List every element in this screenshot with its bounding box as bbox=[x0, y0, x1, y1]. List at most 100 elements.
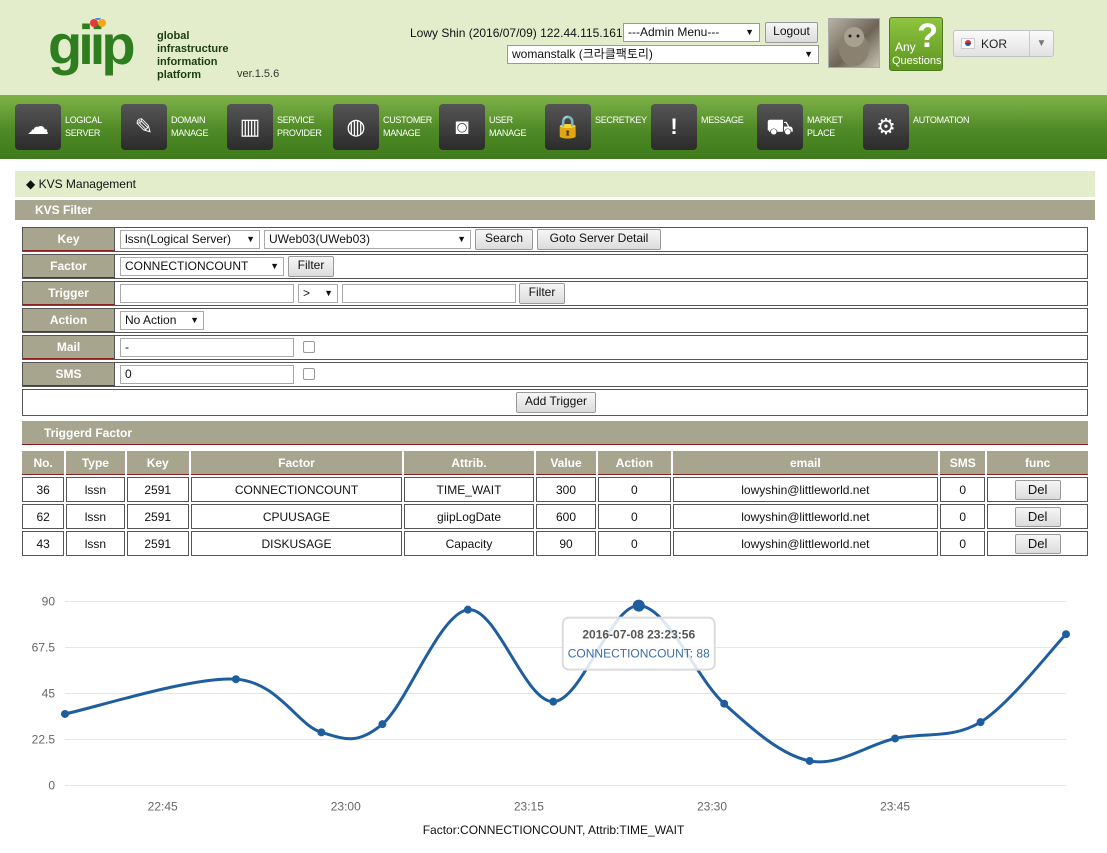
cell-sms: 0 bbox=[940, 477, 986, 502]
key-row: Key lssn(Logical Server) ▼ UWeb03(UWeb03)… bbox=[22, 227, 1088, 252]
goto-server-detail-button[interactable]: Goto Server Detail bbox=[537, 229, 661, 250]
delete-button[interactable]: Del bbox=[1014, 533, 1061, 554]
factor-row: Factor CONNECTIONCOUNT ▼ Filter bbox=[22, 254, 1088, 279]
cell-action: 0 bbox=[598, 477, 671, 502]
delete-button[interactable]: Del bbox=[1014, 506, 1061, 527]
cell-func: Del bbox=[987, 531, 1088, 556]
factor-label: Factor bbox=[23, 255, 115, 278]
mail-checkbox[interactable] bbox=[303, 341, 315, 353]
cell-email: lowyshin@littleworld.net bbox=[672, 531, 939, 556]
action-select[interactable]: No Action ▼ bbox=[120, 311, 204, 330]
trigger-value-input[interactable] bbox=[342, 284, 516, 303]
cell-type: lssn bbox=[66, 531, 125, 556]
cell-type: lssn bbox=[66, 477, 125, 502]
sms-checkbox[interactable] bbox=[303, 368, 315, 380]
mail-input[interactable]: - bbox=[120, 338, 294, 357]
data-point bbox=[317, 728, 326, 737]
any-questions-button[interactable]: ? Any Questions bbox=[889, 17, 943, 71]
language-code: KOR bbox=[981, 37, 1008, 51]
nav-label: DOMAIN MANAGE bbox=[171, 115, 209, 138]
page-root: giip global infrastructure information p… bbox=[0, 0, 1107, 853]
key-type-value: lssn(Logical Server) bbox=[125, 232, 232, 246]
project-select[interactable]: womanstalk (크라클팩토리) ▼ bbox=[507, 45, 819, 64]
trigger-attribute-input[interactable] bbox=[120, 284, 294, 303]
admin-menu-select[interactable]: ---Admin Menu--- ▼ bbox=[623, 23, 760, 42]
factor-select[interactable]: CONNECTIONCOUNT ▼ bbox=[120, 257, 284, 276]
column-header-func[interactable]: func bbox=[987, 451, 1088, 475]
column-header-key[interactable]: Key bbox=[126, 451, 189, 475]
trigger-operator-select[interactable]: > ▼ bbox=[298, 284, 338, 303]
data-point bbox=[463, 605, 472, 614]
trigger-row: Trigger > ▼ Filter bbox=[22, 281, 1088, 306]
factor-value: CONNECTIONCOUNT bbox=[125, 259, 249, 273]
mail-row: Mail - bbox=[22, 335, 1088, 360]
logo-line: global bbox=[157, 30, 190, 42]
cell-key: 2591 bbox=[126, 531, 189, 556]
avatar[interactable] bbox=[828, 18, 880, 68]
version-label: ver.1.5.6 bbox=[237, 68, 280, 80]
language-select[interactable]: KOR ▼ bbox=[953, 30, 1054, 57]
logo-line: platform bbox=[157, 69, 201, 81]
page-title: KVS Management bbox=[38, 177, 136, 191]
tooltip-value: CONNECTIONCOUNT: 88 bbox=[568, 647, 710, 661]
kvs-line-chart[interactable]: 0 22.5 45 67.5 90 22:45 23:00 23:15 23:30 23:45 20… bbox=[0, 568, 1107, 853]
project-value: womanstalk (크라클팩토리) bbox=[512, 47, 653, 61]
data-point bbox=[378, 720, 387, 729]
cell-sms: 0 bbox=[940, 531, 986, 556]
nav-label: CUSTOMER MANAGE bbox=[383, 115, 432, 138]
cell-sms: 0 bbox=[940, 504, 986, 529]
key-label: Key bbox=[23, 228, 115, 251]
column-header-type[interactable]: Type bbox=[66, 451, 125, 475]
cell-value: 90 bbox=[535, 531, 597, 556]
column-header-factor[interactable]: Factor bbox=[190, 451, 403, 475]
user-info: Lowy Shin (2016/07/09) 122.44.115.161 bbox=[410, 26, 623, 40]
building-icon: ▥ bbox=[227, 104, 273, 150]
column-header-action[interactable]: Action bbox=[598, 451, 671, 475]
key-type-select[interactable]: lssn(Logical Server) ▼ bbox=[120, 230, 260, 249]
add-trigger-button[interactable]: Add Trigger bbox=[516, 392, 596, 413]
column-header-email[interactable]: email bbox=[672, 451, 939, 475]
data-point bbox=[1062, 630, 1070, 639]
table-row: 43 lssn 2591 DISKUSAGE Capacity 90 0 low… bbox=[22, 531, 1088, 556]
filter-section-title: KVS Filter bbox=[15, 200, 1095, 220]
chevron-down-icon: ▼ bbox=[745, 27, 754, 37]
key-value-text: UWeb03(UWeb03) bbox=[269, 232, 370, 246]
delete-button[interactable]: Del bbox=[1014, 479, 1061, 500]
column-header-value[interactable]: Value bbox=[535, 451, 597, 475]
chevron-down-icon: ▼ bbox=[324, 288, 333, 298]
search-button[interactable]: Search bbox=[475, 229, 533, 250]
table-header-row: No. Type Key Factor Attrib. Value Action… bbox=[22, 451, 1088, 475]
logo-line: information bbox=[157, 56, 218, 68]
y-tick-label: 90 bbox=[42, 595, 56, 609]
cell-key: 2591 bbox=[126, 504, 189, 529]
data-point bbox=[632, 599, 645, 612]
column-header-attrib[interactable]: Attrib. bbox=[404, 451, 534, 475]
x-tick-label: 23:15 bbox=[514, 800, 544, 814]
giip-logo[interactable]: giip bbox=[48, 13, 158, 88]
nav-label: MARKET PLACE bbox=[807, 115, 843, 138]
sms-input[interactable]: 0 bbox=[120, 365, 294, 384]
triggered-factor-table: No. Type Key Factor Attrib. Value Action… bbox=[20, 449, 1090, 558]
column-header-no[interactable]: No. bbox=[22, 451, 65, 475]
trigger-label: Trigger bbox=[23, 282, 115, 305]
factor-filter-button[interactable]: Filter bbox=[288, 256, 334, 277]
nav-label: USER MANAGE bbox=[489, 115, 527, 138]
x-tick-label: 23:30 bbox=[697, 800, 727, 814]
chevron-down-icon: ▼ bbox=[246, 234, 255, 244]
cell-email: lowyshin@littleworld.net bbox=[672, 477, 939, 502]
data-point bbox=[231, 675, 240, 684]
trigger-filter-button[interactable]: Filter bbox=[519, 283, 565, 304]
data-point bbox=[976, 718, 985, 727]
data-point bbox=[61, 709, 69, 718]
logout-button[interactable]: Logout bbox=[765, 22, 818, 43]
cell-key: 2591 bbox=[126, 477, 189, 502]
x-tick-label: 23:45 bbox=[880, 800, 910, 814]
data-point bbox=[720, 699, 729, 708]
key-value-select[interactable]: UWeb03(UWeb03) ▼ bbox=[264, 230, 471, 249]
column-header-sms[interactable]: SMS bbox=[940, 451, 986, 475]
nav-label: SERVICE PROVIDER bbox=[277, 115, 322, 138]
globe-gear-icon: ◍ bbox=[333, 104, 379, 150]
cell-email: lowyshin@littleworld.net bbox=[672, 504, 939, 529]
cell-attrib: TIME_WAIT bbox=[404, 477, 534, 502]
y-tick-label: 45 bbox=[42, 687, 56, 701]
